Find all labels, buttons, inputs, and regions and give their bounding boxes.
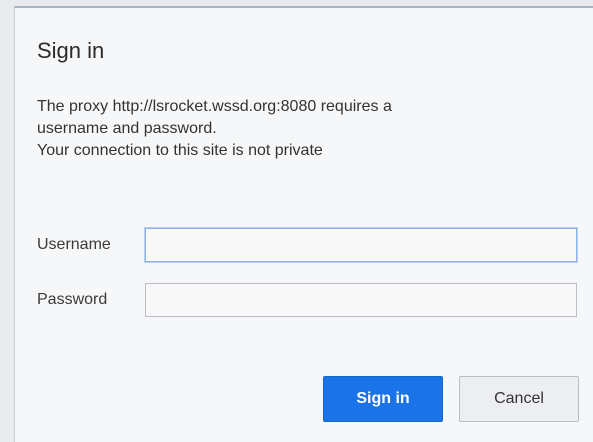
message-line-3: Your connection to this site is not priv… <box>37 142 323 159</box>
message-line-1: The proxy http://lsrocket.wssd.org:8080 … <box>37 98 392 115</box>
password-label: Password <box>37 291 108 308</box>
proxy-sign-in-dialog: Sign in The proxy http://lsrocket.wssd.o… <box>14 6 593 442</box>
dialog-title: Sign in <box>37 38 105 63</box>
message-line-2: username and password. <box>37 120 217 137</box>
sign-in-button[interactable]: Sign in <box>323 376 443 422</box>
username-input[interactable] <box>145 228 577 262</box>
password-row: Password <box>37 281 577 319</box>
dialog-buttons: Sign in Cancel <box>323 376 579 422</box>
cancel-button[interactable]: Cancel <box>459 376 579 422</box>
username-label: Username <box>37 236 111 253</box>
password-input[interactable] <box>145 283 577 317</box>
username-row: Username <box>37 226 577 264</box>
dialog-message: The proxy http://lsrocket.wssd.org:8080 … <box>37 96 557 162</box>
